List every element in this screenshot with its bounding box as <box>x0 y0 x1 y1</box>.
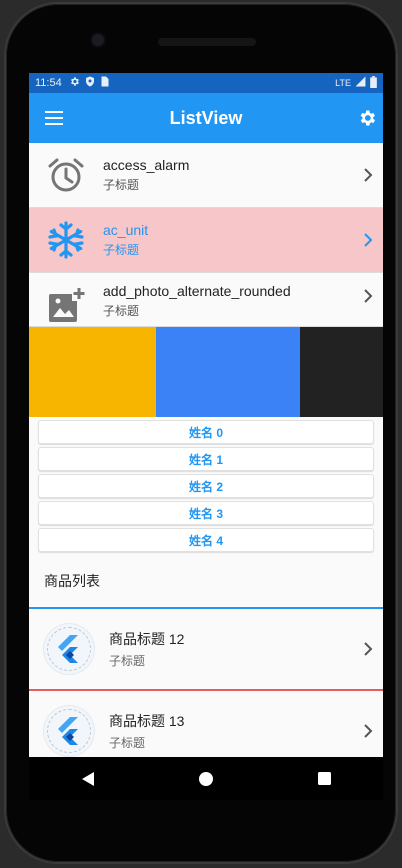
alarm-icon <box>48 158 84 192</box>
menu-button[interactable] <box>29 93 79 143</box>
battery-icon <box>370 75 377 91</box>
product-item[interactable]: 商品标题 12 子标题 <box>29 609 383 689</box>
flutter-logo-icon <box>43 705 95 757</box>
page-title: ListView <box>169 107 243 128</box>
network-type: LTE <box>335 78 351 88</box>
tile-subtitle: 子标题 <box>103 243 140 257</box>
menu-icon <box>45 111 63 125</box>
gear-icon <box>360 110 375 126</box>
color-block-blue <box>156 327 300 417</box>
product-title: 商品标题 13 <box>109 713 185 729</box>
chevron-right-icon <box>364 724 373 738</box>
back-button[interactable] <box>68 759 108 799</box>
gear-icon <box>69 76 80 90</box>
horizontal-color-list[interactable] <box>29 327 383 417</box>
tile-subtitle: 子标题 <box>103 178 140 192</box>
chevron-right-icon <box>364 168 373 182</box>
tile-title: add_photo_alternate_rounded <box>103 283 291 299</box>
app-bar: ListView <box>29 93 383 143</box>
signal-icon <box>355 76 366 90</box>
name-button[interactable]: 姓名 3 <box>38 501 374 525</box>
shield-icon <box>85 76 95 90</box>
name-button[interactable]: 姓名 2 <box>38 474 374 498</box>
add-photo-icon <box>49 287 86 322</box>
flutter-logo-icon <box>43 623 95 675</box>
front-camera <box>92 34 104 46</box>
chevron-right-icon <box>364 289 373 303</box>
product-subtitle: 子标题 <box>109 654 146 668</box>
chevron-right-icon <box>364 233 373 247</box>
recents-button[interactable] <box>304 759 344 799</box>
name-button[interactable]: 姓名 0 <box>38 420 374 444</box>
tile-subtitle: 子标题 <box>103 304 140 318</box>
list-tile-add-photo[interactable]: add_photo_alternate_rounded 子标题 <box>29 273 383 327</box>
name-button[interactable]: 姓名 1 <box>38 447 374 471</box>
home-button[interactable] <box>186 759 226 799</box>
tile-title: access_alarm <box>103 157 190 173</box>
status-time: 11:54 <box>35 77 62 89</box>
color-block-yellow <box>29 327 156 417</box>
color-block-dark <box>300 327 383 417</box>
name-button[interactable]: 姓名 4 <box>38 528 374 552</box>
name-list: 姓名 0 姓名 1 姓名 2 姓名 3 姓名 4 <box>29 420 383 552</box>
status-bar: 11:54 LTE <box>29 73 383 93</box>
product-title: 商品标题 12 <box>109 631 185 647</box>
sim-card-icon <box>100 76 109 90</box>
list-tile-ac-unit[interactable]: ac_unit 子标题 <box>29 208 383 273</box>
list-tile-access-alarm[interactable]: access_alarm 子标题 <box>29 143 383 208</box>
back-icon <box>82 771 94 786</box>
tile-title: ac_unit <box>103 222 149 238</box>
section-title: 商品列表 <box>44 573 100 589</box>
snowflake-icon <box>48 221 84 259</box>
home-icon <box>199 771 213 786</box>
app-screen: 11:54 LTE ListView access_alarm 子标题 ac_u… <box>29 73 383 800</box>
settings-button[interactable] <box>357 93 383 143</box>
recents-icon <box>317 772 331 785</box>
earpiece-speaker <box>158 38 256 46</box>
product-subtitle: 子标题 <box>109 736 146 750</box>
chevron-right-icon <box>364 642 373 656</box>
system-navigation-bar <box>29 757 383 800</box>
